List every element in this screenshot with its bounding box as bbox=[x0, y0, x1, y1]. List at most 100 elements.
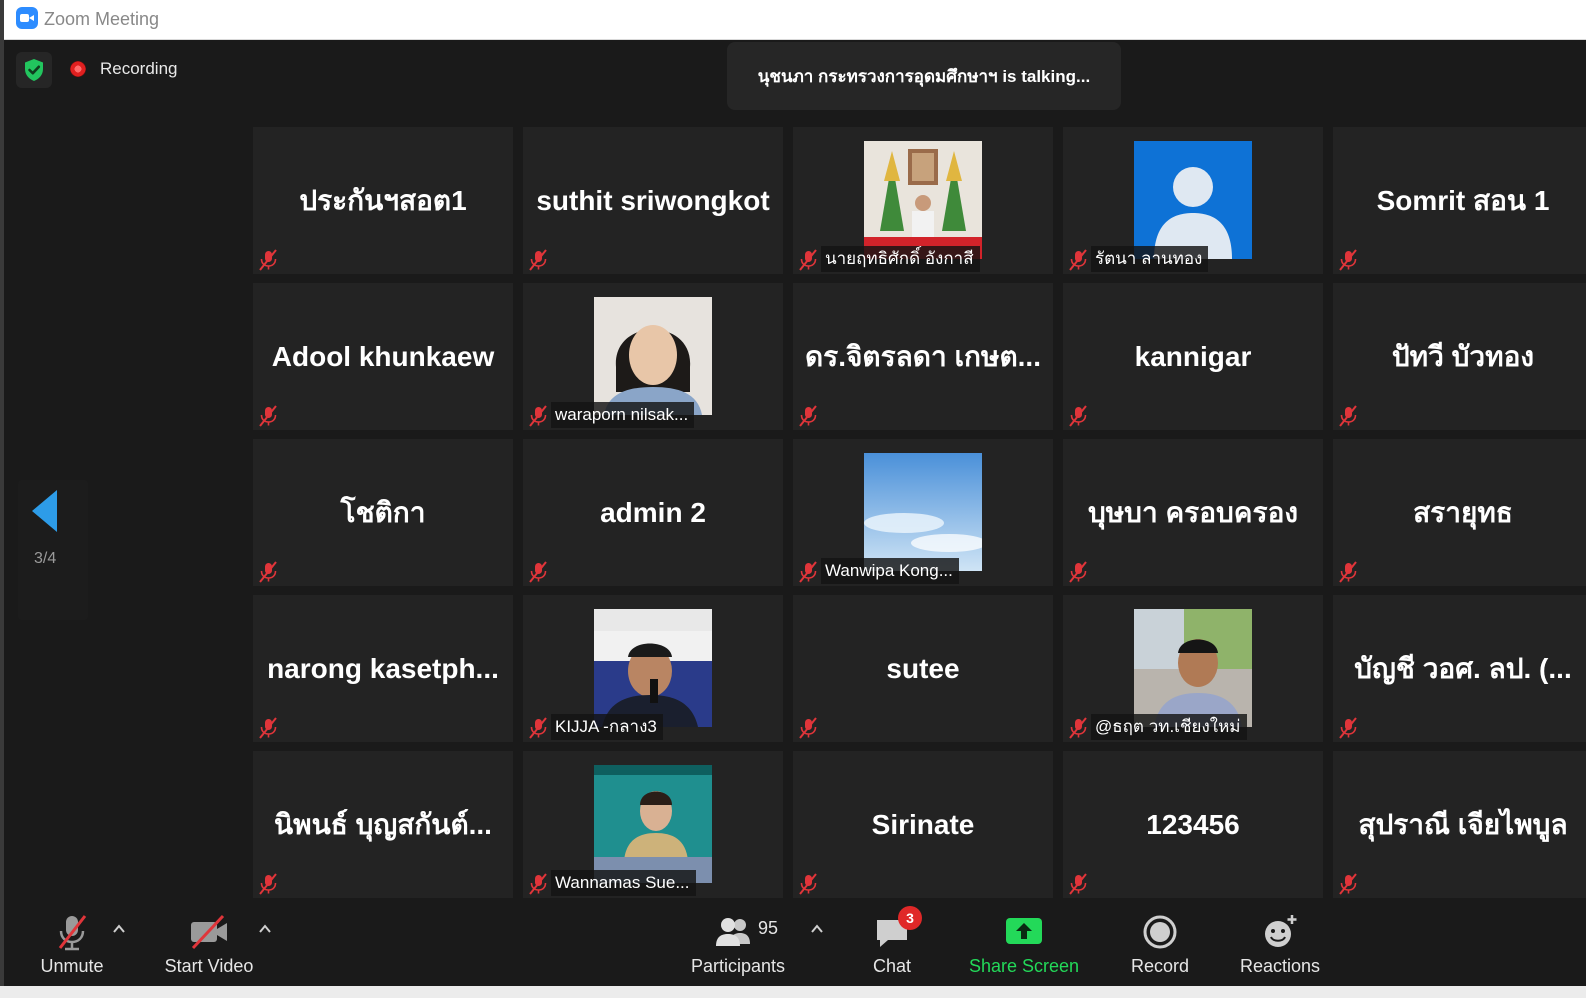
participant-tile[interactable]: Adool khunkaew bbox=[253, 283, 513, 430]
participant-name: Somrit สอน 1 bbox=[1376, 184, 1550, 216]
participant-name: admin 2 bbox=[600, 496, 706, 528]
participant-name: ประกันฯสอต1 bbox=[299, 184, 467, 216]
encryption-shield-icon[interactable] bbox=[16, 52, 52, 88]
participant-name: narong kasetph... bbox=[267, 652, 499, 684]
participant-name: ปัทวี บัวทอง bbox=[1391, 340, 1535, 372]
audio-options-caret-icon[interactable] bbox=[112, 922, 126, 936]
participant-tile[interactable]: KIJJA -กลาง3 bbox=[523, 595, 783, 742]
participants-people-icon: 95 bbox=[686, 912, 790, 952]
participant-tile[interactable]: narong kasetph... bbox=[253, 595, 513, 742]
start-video-button[interactable]: Start Video bbox=[159, 912, 259, 982]
participant-name-tag: รัตนา ลานทอง bbox=[1091, 246, 1209, 272]
start-video-label: Start Video bbox=[164, 956, 254, 976]
participant-name: บุษบา ครอบครอง bbox=[1087, 496, 1299, 528]
gallery-pager: 3/4 bbox=[18, 480, 88, 620]
microphone-muted-icon bbox=[797, 717, 819, 739]
window-title: Zoom Meeting bbox=[44, 9, 160, 29]
participant-name: sutee bbox=[886, 652, 960, 684]
participant-name: นิพนธ์ บุญสกันต์... bbox=[274, 808, 492, 840]
participant-tile[interactable]: สุปราณี เจียไพบูล bbox=[1333, 751, 1586, 898]
participant-name: suthit sriwongkot bbox=[536, 184, 770, 216]
window-titlebar: Zoom Meeting bbox=[0, 0, 1586, 40]
participant-name-tag: KIJJA -กลาง3 bbox=[551, 714, 663, 740]
video-camera-off-icon bbox=[187, 912, 231, 952]
microphone-muted-icon bbox=[257, 873, 279, 895]
microphone-muted-icon bbox=[797, 873, 819, 895]
microphone-muted-icon bbox=[527, 561, 549, 583]
active-speaker-banner: นุชนภา กระทรวงการอุดมศึกษาฯ is talking..… bbox=[727, 42, 1121, 110]
participant-tile[interactable]: ประกันฯสอต1 bbox=[253, 127, 513, 274]
microphone-muted-icon bbox=[1337, 717, 1359, 739]
microphone-muted-icon bbox=[1067, 717, 1089, 739]
recording-label: Recording bbox=[100, 59, 178, 78]
participant-name-tag: Wannamas Sue... bbox=[551, 870, 696, 896]
participant-tile[interactable]: admin 2 bbox=[523, 439, 783, 586]
window-bottom-edge bbox=[0, 986, 1586, 998]
reactions-smiley-icon bbox=[1260, 912, 1300, 952]
participants-options-caret-icon[interactable] bbox=[810, 922, 824, 936]
participant-name-tag: นายฤทธิศักดิ์ อังกาสี bbox=[821, 246, 980, 272]
microphone-muted-icon bbox=[1067, 249, 1089, 271]
participant-tile[interactable]: ปัทวี บัวทอง bbox=[1333, 283, 1586, 430]
record-button[interactable]: Record bbox=[1122, 912, 1198, 982]
recording-indicator: Recording bbox=[70, 58, 178, 80]
microphone-muted-icon bbox=[1337, 873, 1359, 895]
participant-tile[interactable]: Sirinate bbox=[793, 751, 1053, 898]
participants-button[interactable]: 95 Participants bbox=[686, 912, 790, 982]
participant-tile[interactable]: บุษบา ครอบครอง bbox=[1063, 439, 1323, 586]
participant-tile[interactable]: Somrit สอน 1 bbox=[1333, 127, 1586, 274]
record-circle-icon bbox=[1140, 912, 1180, 952]
participant-video-thumbnail bbox=[864, 453, 982, 571]
share-screen-button[interactable]: Share Screen bbox=[966, 912, 1082, 982]
chat-label: Chat bbox=[872, 956, 912, 976]
recording-dot-icon bbox=[70, 61, 86, 77]
unmute-button[interactable]: Unmute bbox=[32, 912, 112, 982]
participant-tile[interactable]: kannigar bbox=[1063, 283, 1323, 430]
microphone-muted-icon bbox=[1067, 561, 1089, 583]
participant-tile[interactable]: รัตนา ลานทอง bbox=[1063, 127, 1323, 274]
video-options-caret-icon[interactable] bbox=[258, 922, 272, 936]
participant-tile[interactable]: @ธฤต วท.เชียงใหม่ bbox=[1063, 595, 1323, 742]
microphone-muted-icon bbox=[1337, 561, 1359, 583]
participant-video-thumbnail bbox=[864, 141, 982, 259]
participant-name-tag: waraporn nilsak... bbox=[551, 402, 695, 428]
microphone-muted-icon bbox=[257, 561, 279, 583]
microphone-muted-icon bbox=[527, 249, 549, 271]
participants-count: 95 bbox=[758, 918, 779, 938]
participant-tile[interactable]: 123456 bbox=[1063, 751, 1323, 898]
microphone-muted-icon bbox=[1337, 405, 1359, 427]
microphone-muted-icon bbox=[1067, 873, 1089, 895]
participant-tile[interactable]: Wannamas Sue... bbox=[523, 751, 783, 898]
share-screen-arrow-icon bbox=[1004, 912, 1044, 952]
reactions-button[interactable]: Reactions bbox=[1230, 912, 1330, 982]
participant-tile[interactable]: นิพนธ์ บุญสกันต์... bbox=[253, 751, 513, 898]
participant-video-thumbnail bbox=[594, 297, 712, 415]
zoom-app-icon bbox=[16, 7, 38, 29]
participant-name-tag: @ธฤต วท.เชียงใหม่ bbox=[1091, 714, 1247, 740]
microphone-muted-icon bbox=[797, 561, 819, 583]
participant-tile[interactable]: สรายุทธ bbox=[1333, 439, 1586, 586]
page-counter: 3/4 bbox=[34, 550, 57, 567]
chat-bubble-icon: 3 bbox=[872, 906, 922, 952]
chat-button[interactable]: 3 Chat bbox=[854, 906, 930, 982]
unmute-label: Unmute bbox=[40, 956, 104, 976]
participant-tile[interactable]: ดร.จิตรลดา เกษต... bbox=[793, 283, 1053, 430]
participant-tile[interactable]: บัญชี วอศ. ลป. (... bbox=[1333, 595, 1586, 742]
participants-label: Participants bbox=[690, 956, 786, 976]
participant-tile[interactable]: suthit sriwongkot bbox=[523, 127, 783, 274]
participant-tile[interactable]: sutee bbox=[793, 595, 1053, 742]
microphone-muted-icon bbox=[1337, 249, 1359, 271]
participant-tile[interactable]: นายฤทธิศักดิ์ อังกาสี bbox=[793, 127, 1053, 274]
participant-name: สรายุทธ bbox=[1413, 496, 1513, 528]
participant-tile[interactable]: waraporn nilsak... bbox=[523, 283, 783, 430]
participant-tile[interactable]: โชติกา bbox=[253, 439, 513, 586]
chat-unread-badge: 3 bbox=[898, 906, 922, 930]
participant-video-thumbnail bbox=[594, 609, 712, 727]
participant-name: kannigar bbox=[1134, 340, 1252, 372]
participant-tile[interactable]: Wanwipa Kong... bbox=[793, 439, 1053, 586]
microphone-muted-icon bbox=[527, 717, 549, 739]
previous-page-arrow-icon[interactable] bbox=[32, 490, 57, 532]
participant-name-tag: Wanwipa Kong... bbox=[821, 558, 959, 584]
microphone-muted-icon bbox=[257, 405, 279, 427]
participant-name: Sirinate bbox=[871, 808, 975, 840]
